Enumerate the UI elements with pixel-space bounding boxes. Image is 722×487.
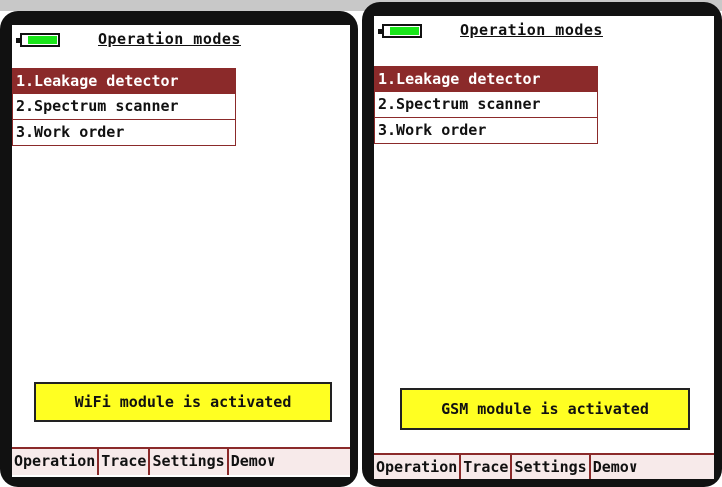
menu-item-work-order[interactable]: 3.Work order bbox=[12, 120, 236, 146]
tab-operation[interactable]: Operation bbox=[12, 449, 100, 475]
tab-settings[interactable]: Settings bbox=[150, 449, 229, 475]
menu-item-leakage-detector[interactable]: 1.Leakage detector bbox=[12, 68, 236, 94]
left-screen: Operation modes 1.Leakage detector 2.Spe… bbox=[12, 25, 350, 477]
battery-icon bbox=[16, 33, 60, 47]
page-title: Operation modes bbox=[98, 30, 241, 48]
tab-settings[interactable]: Settings bbox=[512, 455, 591, 479]
battery-icon bbox=[378, 24, 422, 38]
tab-trace[interactable]: Trace bbox=[99, 449, 151, 475]
menu-item-leakage-detector[interactable]: 1.Leakage detector bbox=[374, 66, 598, 92]
battery-nub bbox=[378, 29, 382, 34]
left-device-frame: Operation modes 1.Leakage detector 2.Spe… bbox=[0, 11, 358, 487]
status-bar: Operation modes bbox=[12, 25, 350, 57]
tab-demo[interactable]: Demo∨ bbox=[228, 449, 350, 475]
bottom-tab-bar: Operation Trace Settings Demo∨ bbox=[12, 447, 350, 475]
battery-level bbox=[390, 27, 419, 35]
tab-demo[interactable]: Demo∨ bbox=[590, 455, 714, 479]
tab-operation[interactable]: Operation bbox=[374, 455, 462, 479]
battery-nub bbox=[16, 38, 20, 43]
module-status-notice: GSM module is activated bbox=[400, 388, 690, 430]
bottom-tab-bar: Operation Trace Settings Demo∨ bbox=[374, 453, 714, 479]
operation-menu: 1.Leakage detector 2.Spectrum scanner 3.… bbox=[374, 66, 598, 144]
battery-level bbox=[28, 36, 57, 44]
page-title: Operation modes bbox=[460, 21, 603, 39]
status-bar: Operation modes bbox=[374, 16, 714, 48]
tab-trace[interactable]: Trace bbox=[461, 455, 513, 479]
module-status-notice: WiFi module is activated bbox=[34, 382, 332, 422]
menu-item-work-order[interactable]: 3.Work order bbox=[374, 118, 598, 144]
menu-item-spectrum-scanner[interactable]: 2.Spectrum scanner bbox=[374, 92, 598, 118]
right-screen: Operation modes 1.Leakage detector 2.Spe… bbox=[374, 16, 714, 479]
operation-menu: 1.Leakage detector 2.Spectrum scanner 3.… bbox=[12, 68, 236, 146]
menu-item-spectrum-scanner[interactable]: 2.Spectrum scanner bbox=[12, 94, 236, 120]
right-device-frame: Operation modes 1.Leakage detector 2.Spe… bbox=[362, 2, 722, 487]
